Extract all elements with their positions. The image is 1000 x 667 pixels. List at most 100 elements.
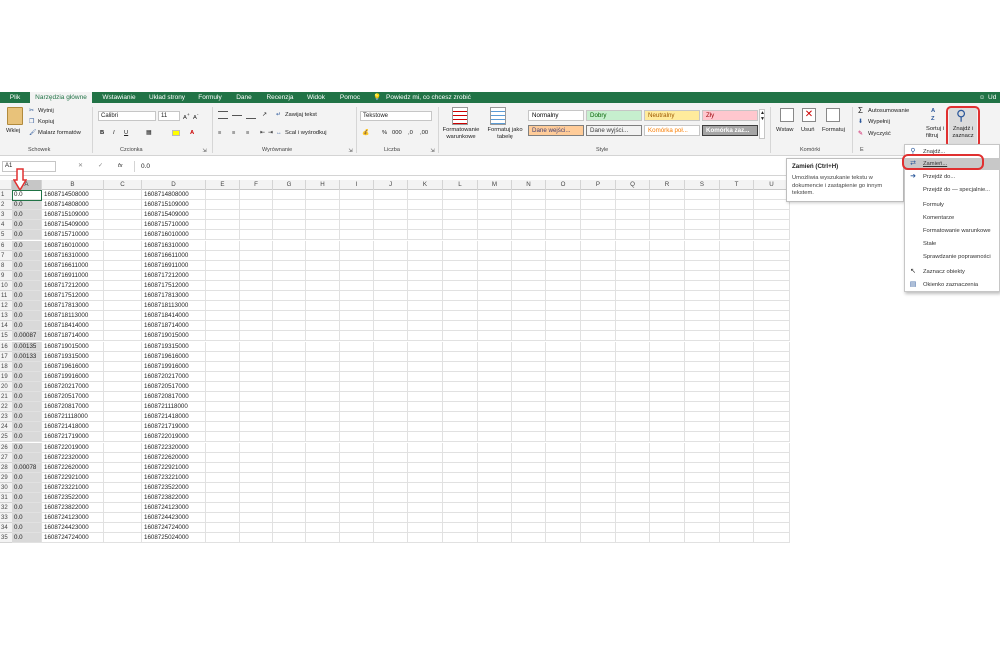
cell-c11[interactable] [104,291,142,301]
cell-n22[interactable] [512,402,546,413]
cell-i22[interactable] [340,402,374,413]
cell-i24[interactable] [340,422,374,433]
cell-c2[interactable] [104,200,142,211]
cell-n20[interactable] [512,381,546,392]
cell-b31[interactable]: 1608723522000 [42,493,104,503]
cell-l15[interactable] [443,331,478,342]
cell-n5[interactable] [512,230,546,241]
cell-s2[interactable] [685,200,720,211]
cell-s31[interactable] [685,493,720,503]
cell-l29[interactable] [443,472,478,483]
cell-j26[interactable] [374,442,408,453]
cell-l24[interactable] [443,422,478,433]
cell-n31[interactable] [512,493,546,503]
cell-h14[interactable] [306,321,340,332]
cell-h2[interactable] [306,200,340,211]
merge-center-button[interactable]: Scal i wyśrodkuj [285,129,327,137]
row-header[interactable]: 15 [0,331,12,342]
number-launcher-icon[interactable]: ⇲ [428,147,437,155]
cell-style-4[interactable]: Dane wejści... [528,125,584,136]
cell-e11[interactable] [206,291,240,301]
cell-p5[interactable] [581,230,616,241]
cell-r30[interactable] [650,482,685,493]
cell-u25[interactable] [754,432,790,443]
scissors-icon[interactable]: ✂ [29,107,34,115]
cell-u21[interactable] [754,392,790,402]
format-as-table-button[interactable]: Formatuj jako tabelę [484,127,526,141]
cell-style-0[interactable]: Normalny [528,110,584,121]
row-header[interactable]: 18 [0,361,12,372]
cell-m23[interactable] [478,412,512,423]
cell-u15[interactable] [754,331,790,342]
cell-n35[interactable] [512,533,546,544]
cell-r1[interactable] [650,190,685,200]
cell-u33[interactable] [754,513,790,524]
cell-p33[interactable] [581,513,616,524]
cell-b2[interactable]: 1608714808000 [42,200,104,211]
cell-d29[interactable]: 1608723221000 [142,472,206,483]
cell-u32[interactable] [754,503,790,514]
cell-o12[interactable] [546,301,581,312]
cell-g10[interactable] [273,280,306,291]
decrease-indent-icon[interactable]: ⇤ [260,129,265,137]
cell-m26[interactable] [478,442,512,453]
cell-h4[interactable] [306,220,340,231]
function-icon[interactable]: fx [118,162,123,170]
cell-j14[interactable] [374,321,408,332]
cell-n9[interactable] [512,270,546,281]
cell-h33[interactable] [306,513,340,524]
cell-b7[interactable]: 1608716310000 [42,250,104,261]
paste-button[interactable]: Wklej [6,127,20,135]
cell-f15[interactable] [240,331,273,342]
cell-d13[interactable]: 1608718414000 [142,311,206,322]
cell-o25[interactable] [546,432,581,443]
cell-j4[interactable] [374,220,408,231]
cell-e5[interactable] [206,230,240,241]
cell-c25[interactable] [104,432,142,443]
sort-filter-button[interactable]: Sortuj i filtruj [926,126,946,142]
row-header[interactable]: 12 [0,301,12,312]
cell-q2[interactable] [616,200,650,211]
cell-d7[interactable]: 1608716611000 [142,250,206,261]
cell-k4[interactable] [408,220,443,231]
cell-r25[interactable] [650,432,685,443]
tab-view[interactable]: Widok [302,92,330,103]
cell-f16[interactable] [240,341,273,352]
cell-t20[interactable] [720,381,754,392]
cell-h28[interactable] [306,462,340,473]
cell-c3[interactable] [104,210,142,221]
align-bottom-icon[interactable] [246,111,256,119]
menu-item-select-objects[interactable]: ↖ Zaznacz obiekty [905,266,1000,278]
cell-o19[interactable] [546,371,581,382]
tab-home[interactable]: Narzędzia główne [30,92,92,103]
cell-e33[interactable] [206,513,240,524]
cell-q34[interactable] [616,523,650,534]
cell-k34[interactable] [408,523,443,534]
cell-g30[interactable] [273,482,306,493]
cell-e19[interactable] [206,371,240,382]
cell-t30[interactable] [720,482,754,493]
cell-t1[interactable] [720,190,754,200]
column-header-c[interactable]: C [104,180,142,190]
cell-p8[interactable] [581,260,616,271]
cell-u26[interactable] [754,442,790,453]
tab-insert[interactable]: Wstawianie [98,92,140,103]
cell-b16[interactable]: 1608719015000 [42,341,104,352]
cell-h17[interactable] [306,351,340,362]
cell-l30[interactable] [443,482,478,493]
cell-c5[interactable] [104,230,142,241]
cell-j8[interactable] [374,260,408,271]
cell-t27[interactable] [720,452,754,463]
cell-r15[interactable] [650,331,685,342]
cell-q25[interactable] [616,432,650,443]
cell-a28[interactable]: 0.00078 [12,462,42,473]
sort-filter-icon[interactable]: AZ [931,107,935,123]
cell-b28[interactable]: 1608722620000 [42,462,104,473]
cell-i27[interactable] [340,452,374,463]
cell-i4[interactable] [340,220,374,231]
cell-q17[interactable] [616,351,650,362]
cell-b26[interactable]: 1608722019000 [42,442,104,453]
cell-l33[interactable] [443,513,478,524]
cell-p30[interactable] [581,482,616,493]
cell-h20[interactable] [306,381,340,392]
